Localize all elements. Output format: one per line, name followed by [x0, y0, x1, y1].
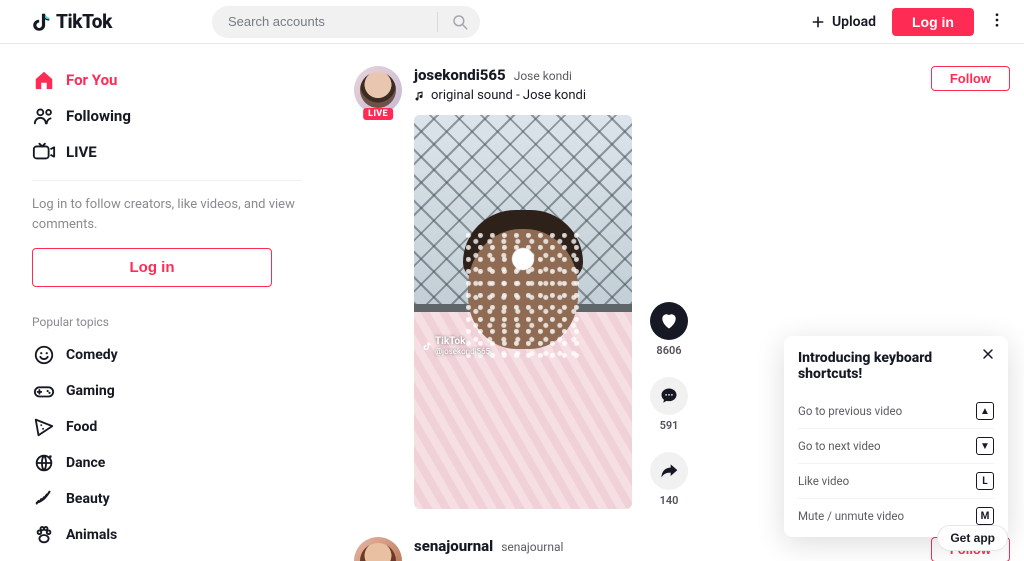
live-icon	[32, 141, 56, 163]
sound-row[interactable]: original sound - Jose kondi	[414, 88, 1010, 103]
topic-label: Comedy	[66, 347, 118, 363]
like-count: 8606	[656, 344, 681, 357]
topic-label: Dance	[66, 455, 105, 471]
topics-heading: Popular topics	[32, 315, 302, 329]
kebab-icon	[988, 11, 1006, 29]
globe-icon	[33, 452, 55, 474]
people-icon	[33, 105, 55, 127]
shortcut-label: Go to next video	[798, 439, 881, 453]
comment-icon	[659, 386, 679, 406]
topic-beauty[interactable]: Beauty	[32, 481, 302, 517]
upload-label: Upload	[832, 14, 876, 30]
shortcut-label: Like video	[798, 474, 849, 488]
key-icon: ▲	[976, 402, 994, 420]
brand-text: TikTok	[56, 10, 112, 33]
brand-logo[interactable]: TikTok	[30, 10, 112, 33]
keyboard-shortcuts-popover: Introducing keyboard shortcuts! Go to pr…	[784, 336, 1008, 537]
share-icon	[659, 461, 679, 481]
video-watermark: TikTok @josekondi565	[422, 336, 490, 356]
share-button[interactable]: 140	[650, 452, 688, 507]
shortcut-label: Mute / unmute video	[798, 509, 904, 523]
sidebar: For You Following LIVE Log in to follow …	[0, 44, 320, 561]
sidebar-login-button[interactable]: Log in	[32, 248, 272, 287]
topic-dance[interactable]: Dance	[32, 445, 302, 481]
gamepad-icon	[33, 380, 55, 402]
video-player[interactable]: TikTok @josekondi565	[414, 115, 632, 509]
topic-sports[interactable]: Sports	[32, 553, 302, 561]
plus-icon	[810, 14, 826, 30]
header-login-button[interactable]: Log in	[892, 8, 974, 36]
search-box[interactable]	[212, 6, 480, 38]
key-icon: L	[976, 472, 994, 490]
display-name: Jose kondi	[514, 69, 572, 83]
music-note-icon	[414, 90, 426, 102]
search-divider	[437, 12, 438, 32]
comment-count: 591	[660, 419, 679, 432]
topic-label: Gaming	[66, 383, 115, 399]
post: senajournal senajournal Follow	[354, 537, 1010, 561]
username[interactable]: senajournal	[414, 537, 493, 555]
search-icon	[451, 13, 469, 31]
home-icon	[33, 69, 55, 91]
sound-label: original sound - Jose kondi	[431, 88, 586, 103]
smile-icon	[33, 344, 55, 366]
action-rail: 8606 591 140	[650, 115, 688, 509]
username[interactable]: josekondi565	[414, 66, 506, 84]
live-badge: LIVE	[363, 108, 393, 120]
topic-label: Animals	[66, 527, 117, 543]
nav-label: For You	[66, 71, 117, 89]
tooltip-title: Introducing keyboard shortcuts!	[798, 350, 994, 382]
topic-animals[interactable]: Animals	[32, 517, 302, 553]
tiktok-note-icon	[30, 11, 52, 33]
shortcut-label: Go to previous video	[798, 404, 902, 418]
search-input[interactable]	[228, 14, 431, 29]
topic-food[interactable]: Food	[32, 409, 302, 445]
close-button[interactable]	[980, 346, 996, 366]
topic-comedy[interactable]: Comedy	[32, 337, 302, 373]
comment-button[interactable]: 591	[650, 377, 688, 432]
avatar[interactable]: LIVE	[354, 66, 402, 114]
paw-icon	[33, 524, 55, 546]
comb-icon	[33, 488, 55, 510]
key-icon: ▼	[976, 437, 994, 455]
key-icon: M	[976, 507, 994, 525]
header: TikTok Upload Log in	[0, 0, 1024, 44]
topic-label: Beauty	[66, 491, 110, 507]
divider	[32, 180, 302, 181]
shortcut-row: Go to previous video ▲	[798, 394, 994, 428]
nav-following[interactable]: Following	[32, 98, 302, 134]
shortcut-row: Like video L	[798, 463, 994, 498]
like-button[interactable]: 8606	[650, 302, 688, 357]
topic-label: Food	[66, 419, 97, 435]
heart-icon	[659, 311, 679, 331]
tiktok-note-icon	[422, 341, 432, 351]
get-app-button[interactable]: Get app	[937, 525, 1008, 551]
follow-button[interactable]: Follow	[931, 66, 1010, 91]
search-button[interactable]	[440, 6, 480, 38]
share-count: 140	[660, 494, 679, 507]
nav-label: LIVE	[66, 143, 97, 161]
login-prompt: Log in to follow creators, like videos, …	[32, 195, 302, 234]
nav-label: Following	[66, 107, 131, 125]
shortcut-row: Go to next video ▼	[798, 428, 994, 463]
display-name: senajournal	[501, 540, 563, 554]
topic-gaming[interactable]: Gaming	[32, 373, 302, 409]
avatar[interactable]	[354, 537, 402, 561]
close-icon	[980, 346, 996, 362]
more-menu[interactable]	[988, 11, 1006, 33]
upload-button[interactable]: Upload	[810, 14, 876, 30]
pizza-icon	[33, 416, 55, 438]
nav-for-you[interactable]: For You	[32, 62, 302, 98]
nav-live[interactable]: LIVE	[32, 134, 302, 170]
